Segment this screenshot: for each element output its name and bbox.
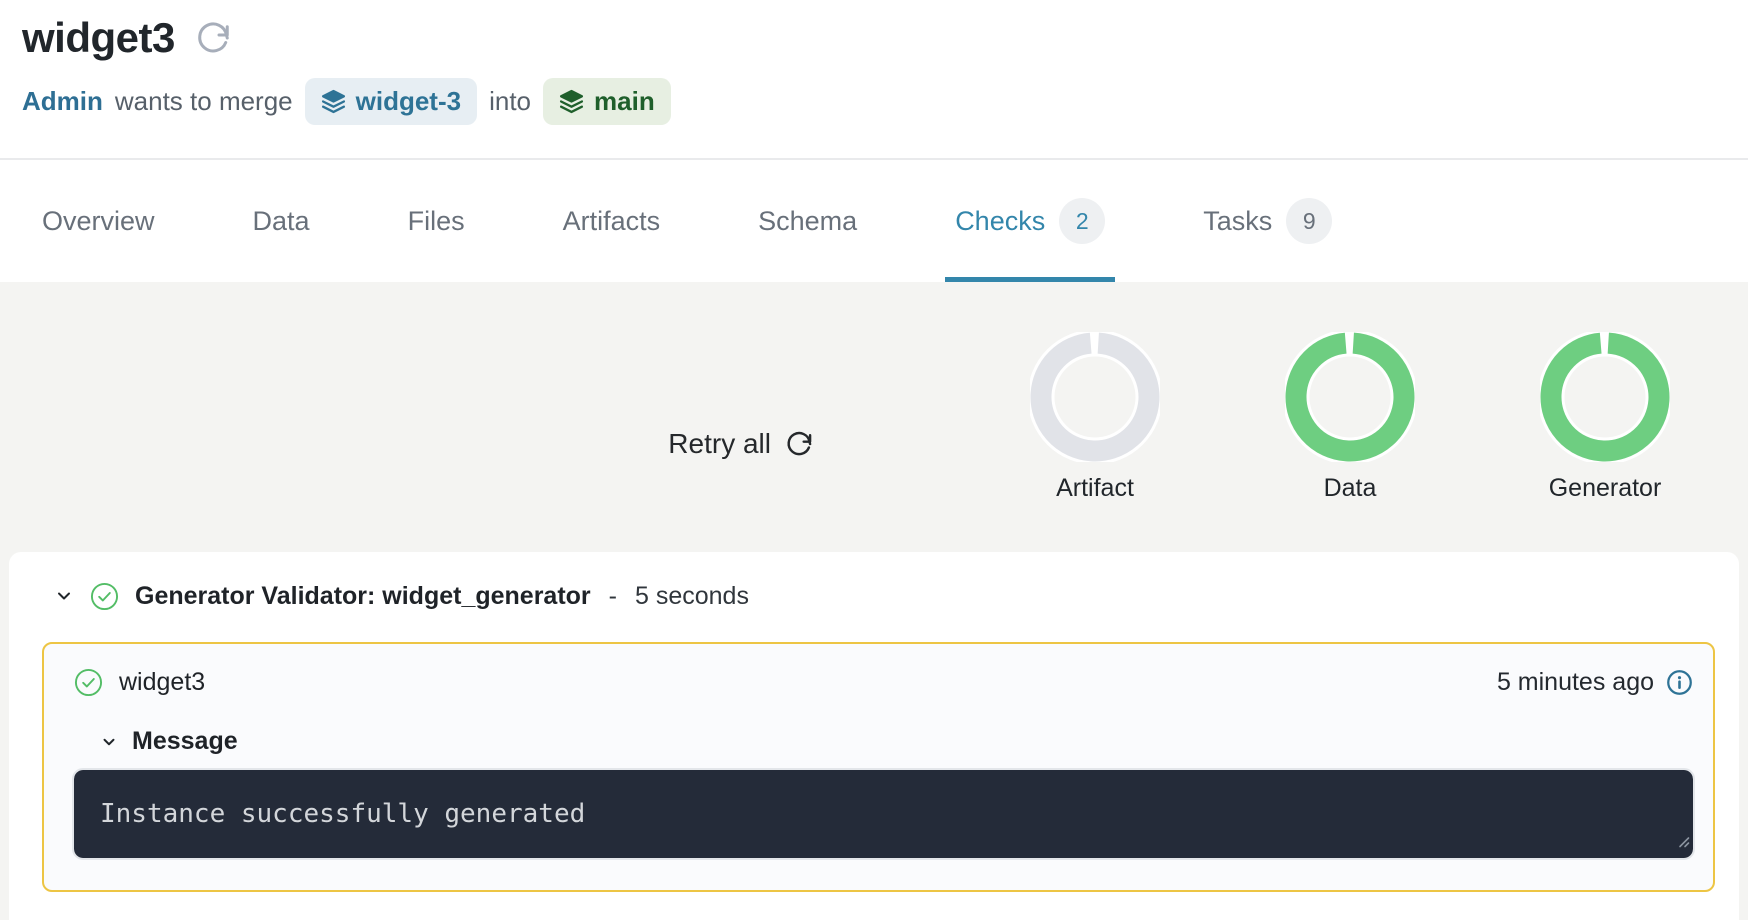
- check-result-card: widget3 5 minutes ago: [42, 642, 1715, 892]
- message-toggle-row[interactable]: Message: [74, 727, 1693, 756]
- gauge-label: Artifact: [1056, 474, 1134, 503]
- gauge-generator[interactable]: Generator: [1540, 332, 1670, 503]
- chevron-down-icon[interactable]: [100, 733, 118, 751]
- tab-label: Checks: [955, 206, 1045, 237]
- info-icon[interactable]: [1666, 669, 1693, 696]
- tab-data[interactable]: Data: [249, 160, 314, 282]
- tab-bar: Overview Data Files Artifacts Schema Che…: [0, 160, 1748, 282]
- tab-label: Files: [408, 206, 465, 237]
- validator-title: Generator Validator: widget_generator: [135, 582, 591, 611]
- validator-separator: -: [609, 582, 617, 611]
- merge-action-text: wants to merge: [115, 86, 293, 117]
- message-textarea[interactable]: Instance successfully generated: [74, 770, 1693, 858]
- gauge-label: Generator: [1549, 474, 1662, 503]
- tab-checks[interactable]: Checks 2: [951, 160, 1109, 282]
- message-label: Message: [132, 727, 238, 756]
- refresh-icon[interactable]: [195, 20, 231, 56]
- checks-summary-band: Retry all Artifact Data Generator: [0, 282, 1748, 552]
- gauge-data[interactable]: Data: [1285, 332, 1415, 503]
- check-circle-icon: [74, 668, 103, 697]
- message-text: Instance successfully generated: [100, 799, 585, 829]
- tab-label: Artifacts: [563, 206, 661, 237]
- tab-label: Data: [253, 206, 310, 237]
- merge-into-text: into: [489, 86, 531, 117]
- target-branch-badge[interactable]: main: [543, 78, 671, 125]
- tab-checks-badge: 2: [1059, 198, 1105, 244]
- panel-wrap: Generator Validator: widget_generator - …: [0, 552, 1748, 920]
- layers-icon: [321, 89, 346, 114]
- donut-ring-success: [1540, 332, 1670, 462]
- result-timestamp: 5 minutes ago: [1497, 668, 1654, 697]
- target-branch-label: main: [594, 86, 655, 117]
- validator-row[interactable]: Generator Validator: widget_generator - …: [42, 574, 1715, 618]
- tab-label: Tasks: [1203, 206, 1272, 237]
- tab-files[interactable]: Files: [404, 160, 469, 282]
- resize-grip-icon[interactable]: [1674, 825, 1690, 855]
- gauge-artifact[interactable]: Artifact: [1030, 332, 1160, 503]
- source-branch-badge[interactable]: widget-3: [305, 78, 477, 125]
- tab-tasks-badge: 9: [1286, 198, 1332, 244]
- chevron-down-icon[interactable]: [54, 586, 74, 606]
- checks-panel: Generator Validator: widget_generator - …: [9, 552, 1739, 920]
- donut-ring-pending: [1030, 332, 1160, 462]
- retry-all-button[interactable]: Retry all: [668, 428, 813, 460]
- merge-summary: Admin wants to merge widget-3 into main: [22, 78, 1748, 125]
- donut-ring-success: [1285, 332, 1415, 462]
- tab-overview[interactable]: Overview: [38, 160, 159, 282]
- tab-label: Schema: [758, 206, 857, 237]
- tab-schema[interactable]: Schema: [754, 160, 861, 282]
- tab-artifacts[interactable]: Artifacts: [559, 160, 665, 282]
- gauge-label: Data: [1324, 474, 1377, 503]
- tab-tasks[interactable]: Tasks 9: [1199, 160, 1336, 282]
- validator-duration: 5 seconds: [635, 582, 749, 611]
- result-header: widget3 5 minutes ago: [74, 668, 1693, 697]
- result-name: widget3: [119, 668, 205, 697]
- author-link[interactable]: Admin: [22, 86, 103, 117]
- retry-all-label: Retry all: [668, 428, 771, 460]
- check-circle-icon: [90, 582, 119, 611]
- layers-icon: [559, 89, 584, 114]
- tab-label: Overview: [42, 206, 155, 237]
- page-title: widget3: [22, 14, 175, 62]
- retry-icon: [785, 430, 813, 458]
- page-header: widget3 Admin wants to merge widget-3 in…: [0, 0, 1748, 160]
- source-branch-label: widget-3: [356, 86, 461, 117]
